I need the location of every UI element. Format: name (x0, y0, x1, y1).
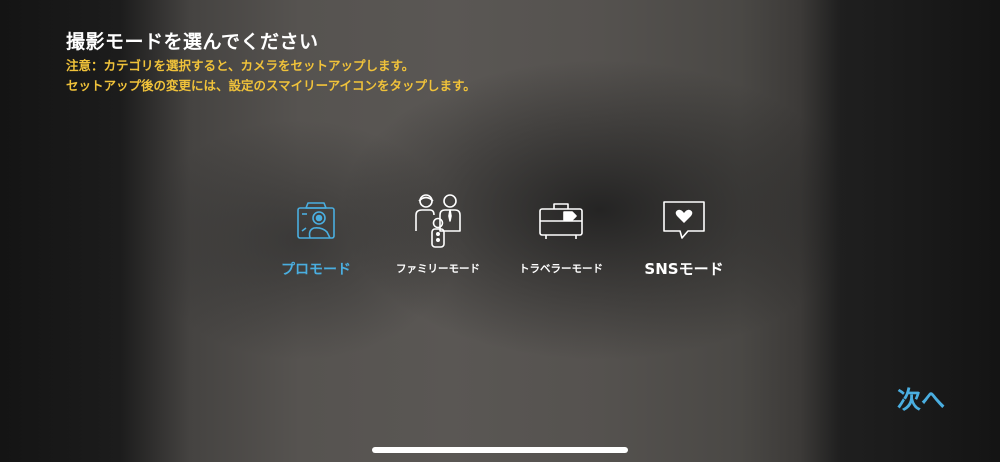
mode-label-family: ファミリーモード (396, 263, 480, 275)
mode-option-family[interactable]: ファミリーモード (373, 193, 503, 276)
mode-label-pro: プロモード (281, 262, 351, 278)
suitcase-icon (536, 193, 586, 249)
mode-label-sns: SNSモード (644, 260, 724, 278)
mode-option-traveler[interactable]: トラベラーモード (496, 193, 626, 276)
mode-option-pro[interactable]: プロモード (251, 193, 381, 279)
camera-icon (291, 193, 341, 249)
mode-option-sns[interactable]: SNSモード (619, 193, 749, 279)
mode-selection-screen: 撮影モードを選んでください 注意：カテゴリを選択すると、カメラをセットアップしま… (0, 0, 1000, 462)
family-icon (413, 193, 463, 249)
page-title: 撮影モードを選んでください (66, 31, 319, 53)
home-indicator[interactable] (372, 447, 628, 453)
heart-speech-bubble-icon (659, 193, 709, 249)
next-button[interactable]: 次へ (897, 380, 945, 415)
mode-label-traveler: トラベラーモード (519, 263, 603, 275)
notice-text-line1: 注意：カテゴリを選択すると、カメラをセットアップします。 (66, 58, 415, 73)
notice-text-line2: セットアップ後の変更には、設定のスマイリーアイコンをタップします。 (66, 78, 476, 93)
